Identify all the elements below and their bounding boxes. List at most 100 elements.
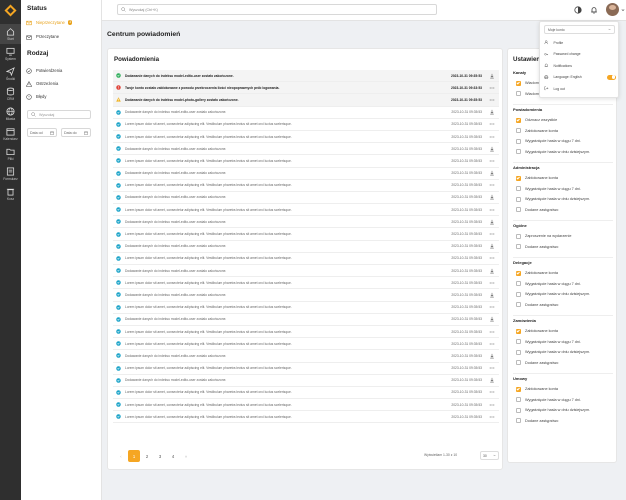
more-options-icon[interactable]: [489, 97, 495, 103]
page-button-3[interactable]: 3: [154, 450, 166, 462]
checkbox-unchecked[interactable]: [516, 186, 521, 191]
more-options-icon[interactable]: [489, 329, 495, 335]
settings-checkbox[interactable]: Dodane zastępstwo: [516, 206, 558, 214]
settings-checkbox[interactable]: Wygaśnięcie hasła w dniu dzisiejszym.: [516, 348, 590, 356]
download-icon[interactable]: [489, 219, 495, 225]
filter-type-warnings[interactable]: Ostrzeżenia: [26, 79, 98, 88]
settings-checkbox[interactable]: Wygaśnięcie hasła w ciągu 7 dni.: [516, 280, 581, 288]
language-toggle[interactable]: [607, 74, 616, 80]
checkbox-checked[interactable]: [516, 175, 521, 181]
notification-row[interactable]: Dodawanie danych do indeksu model-edito-…: [113, 265, 499, 278]
notification-row[interactable]: Lorem ipsum dolor sit amet, consectetur …: [113, 253, 499, 265]
notification-row[interactable]: Lorem ipsum dolor sit amet, consectetur …: [113, 326, 499, 339]
notification-row[interactable]: Lorem ipsum dolor sit amet, consectetur …: [113, 399, 499, 412]
notification-row[interactable]: Dodawanie danych do indeksu model-edito-…: [113, 314, 499, 326]
more-options-icon[interactable]: [489, 85, 495, 91]
notification-row[interactable]: Dodawanie danych do indeksu model-edito-…: [113, 289, 499, 302]
user-menu-item-bell[interactable]: Notifications: [544, 61, 616, 70]
download-icon[interactable]: [489, 73, 495, 79]
download-icon[interactable]: [489, 170, 495, 176]
notification-row[interactable]: Lorem ipsum dolor sit amet, consectetur …: [113, 338, 499, 351]
rail-item-monitor[interactable]: System: [0, 44, 21, 64]
checkbox-unchecked[interactable]: [516, 138, 521, 144]
avatar[interactable]: [606, 3, 619, 16]
account-select[interactable]: Moje konto: [544, 25, 615, 34]
settings-checkbox[interactable]: Wygaśnięcie hasła w dniu dzisiejszym.: [516, 406, 590, 414]
checkbox-unchecked[interactable]: [516, 339, 521, 344]
checkbox-unchecked[interactable]: [516, 196, 521, 202]
more-options-icon[interactable]: [489, 365, 495, 371]
settings-checkbox[interactable]: Wygaśnięcie hasła w dniu dzisiejszym.: [516, 290, 590, 298]
settings-checkbox[interactable]: Dodane zastępstwo: [516, 359, 558, 367]
download-icon[interactable]: [489, 292, 495, 298]
rail-item-home[interactable]: Start: [0, 24, 21, 44]
checkbox-unchecked[interactable]: [516, 360, 521, 365]
more-options-icon[interactable]: [489, 255, 495, 261]
user-menu-item-logout[interactable]: Log out: [544, 84, 616, 93]
notification-row[interactable]: Dodawanie danych do indeksu model-edito-…: [113, 241, 499, 253]
checkbox-unchecked[interactable]: [516, 91, 521, 96]
settings-checkbox[interactable]: Zablokowane konta: [516, 327, 558, 335]
more-options-icon[interactable]: [489, 304, 495, 310]
settings-checkbox[interactable]: Wygaśnięcie hasła w ciągu 7 dni.: [516, 396, 581, 404]
theme-toggle-icon[interactable]: [574, 6, 582, 14]
settings-checkbox[interactable]: Odznacz wszystkie: [516, 116, 557, 124]
per-page-select[interactable]: 30: [480, 451, 499, 460]
checkbox-unchecked[interactable]: [516, 407, 521, 413]
filter-unread[interactable]: Nieprzeczytane 3: [26, 18, 98, 27]
settings-checkbox[interactable]: Wygaśnięcie hasła w dniu dzisiejszym.: [516, 148, 590, 156]
date-from-input[interactable]: Data od: [27, 128, 57, 137]
global-search-input[interactable]: Wyszukaj (Ctrl+K): [117, 4, 437, 15]
checkbox-checked[interactable]: [516, 328, 521, 334]
settings-checkbox[interactable]: Zablokowane konta: [516, 174, 558, 182]
notification-row[interactable]: Dodawanie danych do indeksu model-photo-…: [113, 94, 499, 107]
checkbox-unchecked[interactable]: [516, 244, 521, 249]
checkbox-unchecked[interactable]: [516, 128, 521, 133]
rail-item-globe[interactable]: Miasta: [0, 104, 21, 124]
notification-row[interactable]: Dodawanie danych do indeksu model-edito-…: [113, 216, 499, 229]
notification-row[interactable]: Lorem ipsum dolor sit amet, consectetur …: [113, 277, 499, 290]
rail-item-calendar[interactable]: Kalendarz: [0, 124, 21, 144]
checkbox-unchecked[interactable]: [516, 281, 521, 286]
date-to-input[interactable]: Data do: [61, 128, 91, 137]
more-options-icon[interactable]: [489, 134, 495, 140]
settings-checkbox[interactable]: Zaproszenie na wydarzenie: [516, 232, 571, 240]
settings-checkbox[interactable]: Dodane zastępstwo: [516, 243, 558, 251]
user-menu-item-user[interactable]: Profile: [544, 38, 616, 47]
download-icon[interactable]: [489, 353, 495, 359]
download-icon[interactable]: [489, 146, 495, 152]
checkbox-unchecked[interactable]: [516, 207, 521, 212]
notification-row[interactable]: Dodawanie danych do indeksu model-edito-…: [113, 107, 499, 119]
notification-row[interactable]: Dodawanie danych do indeksu model-edito-…: [113, 192, 499, 205]
checkbox-checked[interactable]: [516, 117, 521, 123]
user-menu-item-key[interactable]: Password change: [544, 50, 616, 59]
notification-row[interactable]: Lorem ipsum dolor sit amet, consectetur …: [113, 411, 499, 424]
notification-row[interactable]: Lorem ipsum dolor sit amet, consectetur …: [113, 302, 499, 314]
notification-row[interactable]: Dodawanie danych do indeksu model-edito-…: [113, 375, 499, 387]
filter-read[interactable]: Przeczytane: [26, 32, 98, 41]
notification-row[interactable]: Lorem ipsum dolor sit amet, consectetur …: [113, 204, 499, 217]
checkbox-unchecked[interactable]: [516, 349, 521, 355]
more-options-icon[interactable]: [489, 158, 495, 164]
notification-row[interactable]: Dodawanie danych do indeksu model-edito-…: [113, 350, 499, 363]
sidebar-search-input[interactable]: Wyszukaj: [27, 110, 91, 119]
more-options-icon[interactable]: [489, 414, 495, 420]
checkbox-checked[interactable]: [516, 386, 521, 392]
more-options-icon[interactable]: [489, 231, 495, 237]
notification-row[interactable]: Lorem ipsum dolor sit amet, consectetur …: [113, 363, 499, 375]
settings-checkbox[interactable]: Wygaśnięcie hasła w ciągu 7 dni.: [516, 137, 581, 145]
notification-row[interactable]: Lorem ipsum dolor sit amet, consectetur …: [113, 119, 499, 131]
notification-row[interactable]: Dodawanie danych do indeksu model-edito-…: [113, 70, 499, 83]
user-menu-item-globe[interactable]: Language: English: [544, 73, 616, 82]
download-icon[interactable]: [489, 316, 495, 322]
notification-row[interactable]: Lorem ipsum dolor sit amet, consectetur …: [113, 387, 499, 400]
settings-checkbox[interactable]: Zablokowane konta: [516, 269, 558, 277]
settings-checkbox[interactable]: Zablokowane konta: [516, 127, 558, 135]
notification-row[interactable]: Lorem ipsum dolor sit amet, consectetur …: [113, 228, 499, 241]
checkbox-unchecked[interactable]: [516, 302, 521, 307]
bell-icon[interactable]: [590, 6, 598, 14]
more-options-icon[interactable]: [489, 280, 495, 286]
prev-page-button[interactable]: ‹: [115, 450, 127, 462]
notification-row[interactable]: Dodawanie danych do indeksu model-edito-…: [113, 168, 499, 180]
page-button-2[interactable]: 2: [141, 450, 153, 462]
